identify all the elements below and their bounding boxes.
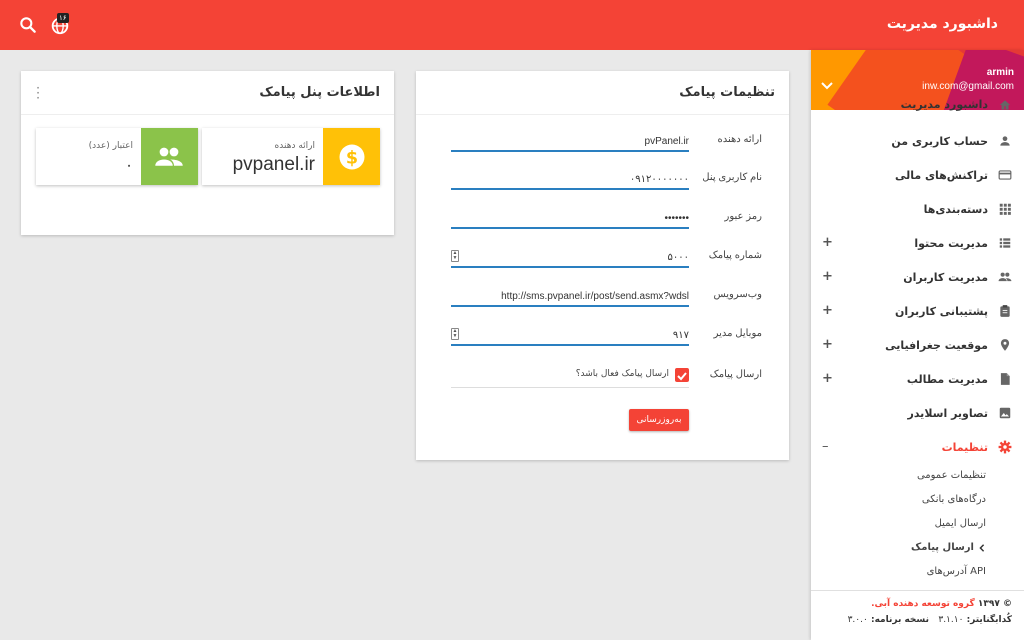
send-sms-checkbox[interactable]	[675, 368, 689, 382]
org-link[interactable]: گروه توسعه دهنده آبی.	[871, 599, 975, 609]
field-sms-number: شماره پیامک ۵۰۰۰ ▲ ▼	[416, 238, 789, 276]
sidebar-item-slider[interactable]: تصاویر اسلایدر	[811, 397, 1024, 431]
sidebar-item-articles[interactable]: مدیریت مطالب +	[811, 363, 1024, 397]
field-admin-mobile: موبایل مدیر ۹۱۷ ▲ ▼	[416, 316, 789, 354]
provider-input[interactable]: pvPanel.ir	[451, 130, 689, 152]
sidebar-item-dashboard[interactable]: داشبورد مدیریت	[811, 95, 1024, 125]
credit-tile-value: ۰	[124, 157, 133, 174]
document-icon	[1000, 373, 1010, 385]
coder-label: کُدابگنایتر:	[966, 615, 1012, 625]
sidebar-subitem-general[interactable]: تنظیمات عمومی	[811, 465, 1024, 489]
credit-tile: اعتبار (عدد) ۰	[36, 128, 198, 185]
version-value: ۳.۰.۰	[847, 615, 868, 625]
home-icon	[999, 100, 1011, 110]
copyright-text: © ۱۳۹۷	[977, 599, 1012, 609]
sidebar-item-support[interactable]: پشتیبانی کاربران +	[811, 295, 1024, 329]
credit-tile-label: اعتبار (عدد)	[88, 141, 133, 151]
provider-tile: $ ارائه دهنده pvpanel.ir	[202, 128, 380, 185]
chevron-left-icon	[979, 544, 985, 552]
provider-tile-value: pvpanel.ir	[232, 154, 315, 175]
version-label: نسخه برنامه:	[870, 615, 929, 625]
notification-badge: ۱۶	[57, 13, 69, 23]
location-pin-icon	[1000, 339, 1010, 351]
number-spinner[interactable]: ▲ ▼	[451, 250, 459, 262]
chevron-down-icon[interactable]	[821, 81, 833, 91]
admin-mobile-input[interactable]: ۹۱۷ ▲ ▼	[451, 324, 689, 346]
update-button[interactable]: به‌روزرسانی	[629, 409, 689, 431]
field-username: نام کاربری پنل ۰۹۱۲۰۰۰۰۰۰۰	[416, 160, 789, 198]
person-icon	[1000, 136, 1010, 146]
username-input[interactable]: ۰۹۱۲۰۰۰۰۰۰۰	[451, 168, 689, 190]
sidebar-item-settings[interactable]: تنظیمات –	[811, 431, 1024, 465]
expand-plus-icon[interactable]: +	[822, 269, 833, 284]
coder-value: ۳.۱.۱۰	[938, 615, 964, 625]
field-provider: ارائه دهنده pvPanel.ir	[416, 122, 789, 160]
number-spinner[interactable]: ▲ ▼	[451, 328, 459, 340]
user-name: armin	[986, 67, 1014, 78]
field-password: رمز عبور •••••••	[416, 199, 789, 237]
app-title[interactable]: داشبورد مدیریت	[887, 16, 998, 32]
send-sms-checkbox-label: ارسال پیامک فعال باشد؟	[575, 369, 669, 379]
sms-number-input[interactable]: ۵۰۰۰ ▲ ▼	[451, 246, 689, 268]
expand-plus-icon[interactable]: +	[822, 235, 833, 250]
sidebar: armin inw.com@gmail.com داشبورد مدیریت ح…	[811, 50, 1024, 640]
webservice-input[interactable]: http://sms.pvpanel.ir/post/send.asmx?wds…	[451, 285, 689, 307]
password-input[interactable]: •••••••	[451, 207, 689, 229]
svg-text:$: $	[346, 148, 358, 168]
search-icon[interactable]	[18, 15, 38, 35]
sms-panel-info-card: اطلاعات پنل پیامک · · · $ ارائه دهنده pvpa…	[21, 71, 394, 235]
dollar-icon: $	[339, 144, 365, 170]
sidebar-subitem-email[interactable]: ارسال ایمیل	[811, 513, 1024, 537]
panel-info-title: اطلاعات پنل پیامک	[259, 85, 380, 100]
more-vert-icon[interactable]: · · ·	[35, 82, 41, 104]
sidebar-item-content[interactable]: مدیریت محتوا +	[811, 227, 1024, 261]
sms-settings-card: تنظیمات پیامک ارائه دهنده pvPanel.ir نام…	[416, 71, 789, 460]
field-webservice: وب‌سرویس http://sms.pvpanel.ir/post/send…	[416, 277, 789, 315]
sms-settings-title: تنظیمات پیامک	[679, 85, 775, 100]
checkmark-icon	[677, 372, 687, 381]
credit-card-icon	[998, 170, 1012, 180]
top-app-bar: داشبورد مدیریت ۱۶	[0, 0, 1024, 50]
collapse-minus-icon[interactable]: –	[822, 439, 829, 454]
sidebar-item-transactions[interactable]: تراکنش‌های مالی	[811, 159, 1024, 193]
sidebar-item-users[interactable]: مدیریت کاربران +	[811, 261, 1024, 295]
grid-icon	[999, 203, 1011, 215]
gear-icon	[998, 440, 1012, 454]
sidebar-subitem-sms[interactable]: ارسال پیامک	[811, 537, 1024, 561]
expand-plus-icon[interactable]: +	[822, 371, 833, 386]
list-icon	[999, 238, 1011, 248]
sidebar-subitem-api[interactable]: آدرس‌های API	[811, 561, 1024, 585]
expand-plus-icon[interactable]: +	[822, 303, 833, 318]
sidebar-subitem-gateways[interactable]: درگاه‌های بانکی	[811, 489, 1024, 513]
sidebar-item-my-account[interactable]: حساب کاربری من	[811, 125, 1024, 159]
provider-tile-icon-box: $	[323, 128, 380, 185]
provider-tile-label: ارائه دهنده	[274, 141, 315, 151]
sidebar-footer: © ۱۳۹۷ گروه توسعه دهنده آبی. کُدابگنایتر…	[811, 590, 1024, 640]
sidebar-item-categories[interactable]: دسته‌بندی‌ها	[811, 193, 1024, 227]
expand-plus-icon[interactable]: +	[822, 337, 833, 352]
field-send-sms: ارسال پیامک ارسال پیامک فعال باشد؟	[416, 357, 789, 395]
sidebar-menu: داشبورد مدیریت حساب کاربری من تراکنش‌های…	[811, 95, 1024, 585]
people-icon	[998, 272, 1012, 282]
clipboard-icon	[1000, 305, 1010, 317]
image-icon	[999, 407, 1011, 419]
credit-tile-icon-box	[141, 128, 198, 185]
people-icon	[155, 147, 183, 166]
user-email: inw.com@gmail.com	[922, 81, 1014, 92]
sidebar-item-location[interactable]: موقعیت جغرافیایی +	[811, 329, 1024, 363]
